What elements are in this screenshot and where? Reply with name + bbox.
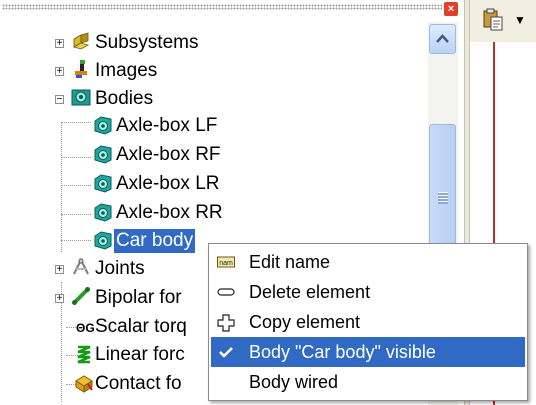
images-icon [75, 60, 87, 78]
menu-item-delete-element[interactable]: Delete element [211, 277, 525, 307]
body-icon [94, 231, 112, 250]
subsystems-icon [72, 32, 90, 50]
tree-item-contact-forces[interactable]: Contact fo [93, 372, 184, 396]
tree-item-joints[interactable]: Joints [93, 257, 147, 281]
bodies-icon [71, 89, 91, 106]
expand-bipolar-forces[interactable]: + [55, 294, 64, 304]
context-menu: nam Edit name Delete element Copy elemen… [208, 243, 528, 401]
tree-item-subsystems[interactable]: Subsystems [93, 31, 200, 55]
menu-item-copy-element[interactable]: Copy element [211, 307, 525, 337]
expand-subsystems[interactable]: + [55, 39, 64, 49]
menu-item-edit-name[interactable]: nam Edit name [211, 247, 525, 277]
close-icon[interactable]: × [444, 2, 458, 16]
body-icon [94, 203, 112, 222]
paste-icon[interactable] [482, 8, 504, 32]
chevron-down-icon[interactable]: ▼ [514, 10, 528, 30]
bipolar-force-icon [72, 287, 90, 305]
tree-item-axle-box-lr[interactable]: Axle-box LR [114, 172, 222, 196]
copy-plus-icon [217, 314, 235, 332]
thumb-grip [438, 192, 448, 204]
panel-grip[interactable] [2, 4, 442, 10]
tree-item-axle-box-rr[interactable]: Axle-box RR [114, 201, 225, 225]
tree-item-axle-box-rf[interactable]: Axle-box RF [114, 143, 223, 167]
chevron-up-icon [436, 34, 449, 43]
menu-item-body-wired[interactable]: Body wired [211, 367, 525, 397]
joints-icon [73, 257, 89, 275]
tree-item-images[interactable]: Images [93, 59, 159, 83]
linear-force-icon [77, 345, 91, 364]
tree-item-bipolar-forces[interactable]: Bipolar for [93, 286, 184, 310]
nam-icon: nam [217, 256, 235, 268]
scroll-up-button[interactable] [429, 24, 456, 54]
tree-item-linear-forces[interactable]: Linear forc [93, 343, 187, 367]
body-icon [94, 116, 112, 135]
tree-item-scalar-torques[interactable]: Scalar torq [93, 315, 189, 339]
body-icon [94, 174, 112, 193]
check-icon [219, 347, 233, 358]
expand-joints[interactable]: + [55, 265, 64, 275]
toolbar: ▼ [470, 0, 536, 42]
contact-force-icon [75, 375, 93, 393]
svg-text:nam: nam [219, 260, 233, 267]
expand-images[interactable]: + [55, 67, 64, 77]
collapse-bodies[interactable]: − [55, 95, 64, 105]
menu-item-body-visible[interactable]: Body "Car body" visible [211, 337, 525, 367]
tree-item-axle-box-lf[interactable]: Axle-box LF [114, 114, 219, 138]
tree-item-bodies[interactable]: Bodies [93, 87, 155, 111]
body-icon [94, 145, 112, 164]
tree-item-car-body[interactable]: Car body [114, 229, 196, 253]
minus-icon [217, 288, 235, 296]
